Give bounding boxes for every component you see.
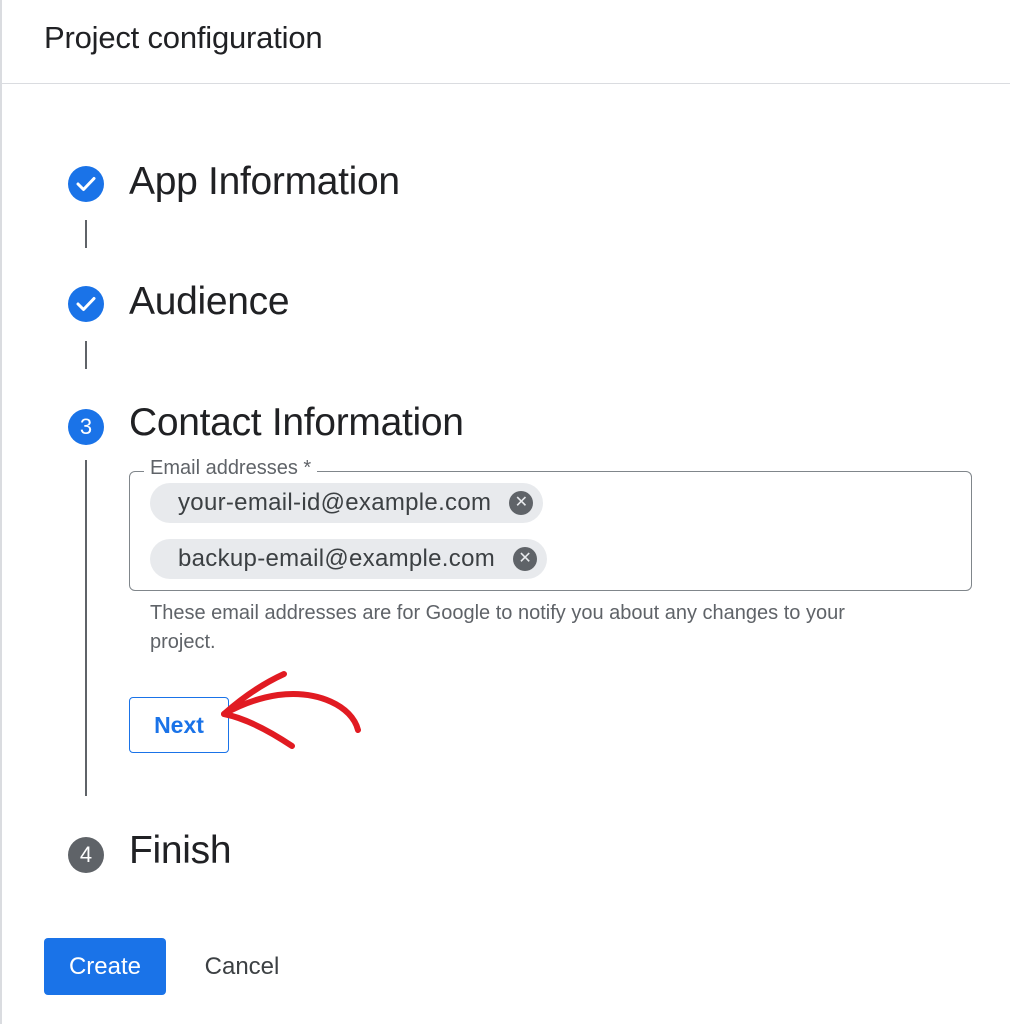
step-1-check-icon	[68, 166, 104, 202]
email-chip-text: your-email-id@example.com	[178, 489, 492, 516]
step-3-label[interactable]: Contact Information	[129, 401, 464, 445]
step-connector	[85, 220, 87, 248]
close-circle-icon[interactable]: ✕	[509, 491, 534, 515]
email-chip[interactable]: your-email-id@example.com ✕	[150, 483, 544, 523]
create-button[interactable]: Create	[44, 938, 166, 995]
close-circle-icon[interactable]: ✕	[513, 547, 538, 571]
email-field-label: Email addresses *	[144, 457, 318, 480]
step-connector	[85, 460, 87, 796]
dialog-header: Project configuration	[0, 0, 1010, 84]
next-button[interactable]: Next	[129, 697, 229, 753]
email-chip[interactable]: backup-email@example.com ✕	[150, 539, 548, 579]
step-3-number-icon: 3	[68, 409, 104, 445]
step-2-check-icon	[68, 286, 104, 322]
step-2-label[interactable]: Audience	[129, 280, 290, 324]
step-4-label[interactable]: Finish	[129, 829, 232, 873]
cancel-button[interactable]: Cancel	[185, 938, 299, 995]
step-connector	[85, 341, 87, 369]
page-title: Project configuration	[44, 20, 323, 55]
email-chip-text: backup-email@example.com	[178, 545, 496, 572]
email-helper-text: These email addresses are for Google to …	[150, 602, 845, 653]
step-1-label[interactable]: App Information	[129, 160, 400, 204]
step-4-number-icon: 4	[68, 837, 104, 873]
